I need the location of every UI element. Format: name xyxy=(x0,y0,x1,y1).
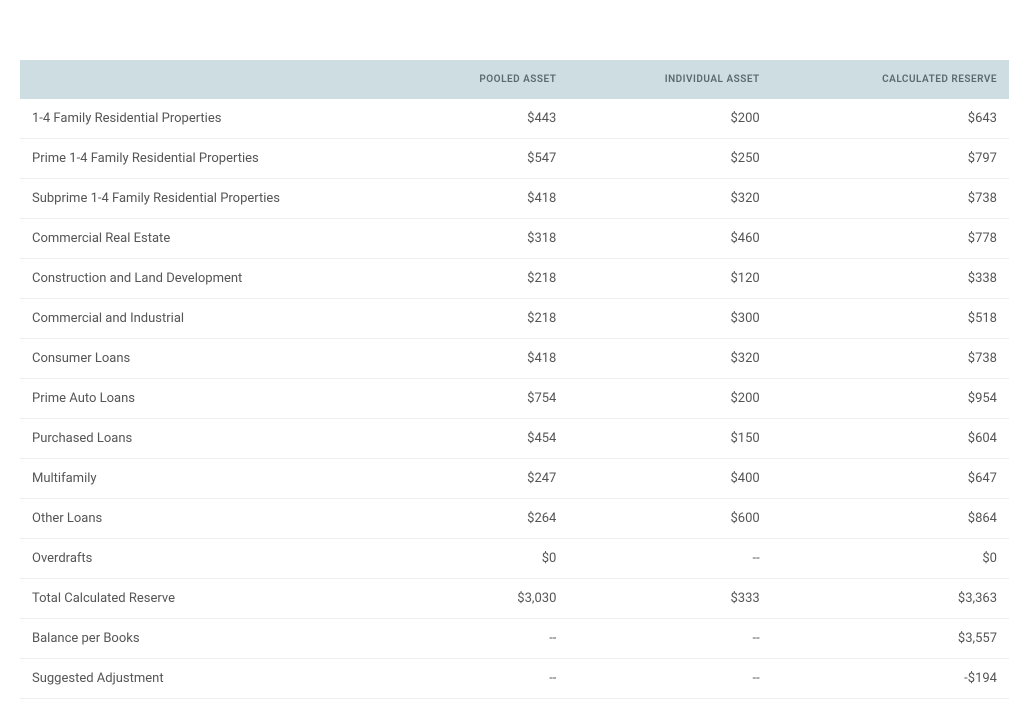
table-row: Consumer Loans$418$320$738 xyxy=(20,339,1009,379)
row-pooled: -- xyxy=(396,659,569,699)
row-individual: $200 xyxy=(568,99,771,139)
row-individual: -- xyxy=(568,539,771,579)
row-calculated: $643 xyxy=(772,99,1009,139)
table-row: Balance per Books----$3,557 xyxy=(20,619,1009,659)
row-individual: $460 xyxy=(568,219,771,259)
row-calculated: $738 xyxy=(772,179,1009,219)
row-pooled: $218 xyxy=(396,259,569,299)
row-pooled: $0 xyxy=(396,539,569,579)
row-label: Purchased Loans xyxy=(20,419,396,459)
row-label: Subprime 1-4 Family Residential Properti… xyxy=(20,179,396,219)
row-calculated: $0 xyxy=(772,539,1009,579)
row-individual: $150 xyxy=(568,419,771,459)
row-calculated: $778 xyxy=(772,219,1009,259)
row-calculated: $604 xyxy=(772,419,1009,459)
row-label: Other Loans xyxy=(20,499,396,539)
table-header: POOLED ASSET INDIVIDUAL ASSET CALCULATED… xyxy=(20,60,1009,99)
row-label: Suggested Adjustment xyxy=(20,659,396,699)
table-row: Purchased Loans$454$150$604 xyxy=(20,419,1009,459)
row-individual: -- xyxy=(568,619,771,659)
row-label: Commercial Real Estate xyxy=(20,219,396,259)
row-label: Construction and Land Development xyxy=(20,259,396,299)
row-individual: $300 xyxy=(568,299,771,339)
row-pooled: $454 xyxy=(396,419,569,459)
row-label: Balance per Books xyxy=(20,619,396,659)
row-calculated: $3,363 xyxy=(772,579,1009,619)
row-individual: -- xyxy=(568,659,771,699)
table-row: Multifamily$247$400$647 xyxy=(20,459,1009,499)
row-pooled: $547 xyxy=(396,139,569,179)
row-calculated: $3,557 xyxy=(772,619,1009,659)
table-row: Subprime 1-4 Family Residential Properti… xyxy=(20,179,1009,219)
row-calculated: $647 xyxy=(772,459,1009,499)
row-individual: $320 xyxy=(568,339,771,379)
row-individual: $320 xyxy=(568,179,771,219)
row-individual: $400 xyxy=(568,459,771,499)
table-row: Total Calculated Reserve$3,030$333$3,363 xyxy=(20,579,1009,619)
row-pooled: $218 xyxy=(396,299,569,339)
table-row: Prime Auto Loans$754$200$954 xyxy=(20,379,1009,419)
row-label: Commercial and Industrial xyxy=(20,299,396,339)
row-pooled: $247 xyxy=(396,459,569,499)
row-individual: $333 xyxy=(568,579,771,619)
table-row: Commercial and Industrial$218$300$518 xyxy=(20,299,1009,339)
row-label: Prime Auto Loans xyxy=(20,379,396,419)
row-individual: $120 xyxy=(568,259,771,299)
row-calculated: $864 xyxy=(772,499,1009,539)
row-individual: $200 xyxy=(568,379,771,419)
col-header-individual: INDIVIDUAL ASSET xyxy=(568,60,771,99)
table-row: Commercial Real Estate$318$460$778 xyxy=(20,219,1009,259)
row-pooled: $264 xyxy=(396,499,569,539)
reserve-table: POOLED ASSET INDIVIDUAL ASSET CALCULATED… xyxy=(20,60,1009,699)
row-pooled: -- xyxy=(396,619,569,659)
row-calculated: $338 xyxy=(772,259,1009,299)
row-label: Consumer Loans xyxy=(20,339,396,379)
row-label: Overdrafts xyxy=(20,539,396,579)
row-pooled: $443 xyxy=(396,99,569,139)
col-header-calculated: CALCULATED RESERVE xyxy=(772,60,1009,99)
row-pooled: $318 xyxy=(396,219,569,259)
table-row: 1-4 Family Residential Properties$443$20… xyxy=(20,99,1009,139)
row-calculated: $738 xyxy=(772,339,1009,379)
row-individual: $600 xyxy=(568,499,771,539)
col-header-blank xyxy=(20,60,396,99)
row-pooled: $418 xyxy=(396,339,569,379)
row-calculated: $954 xyxy=(772,379,1009,419)
row-label: Prime 1-4 Family Residential Properties xyxy=(20,139,396,179)
row-label: Multifamily xyxy=(20,459,396,499)
table-row: Construction and Land Development$218$12… xyxy=(20,259,1009,299)
row-pooled: $3,030 xyxy=(396,579,569,619)
col-header-pooled: POOLED ASSET xyxy=(396,60,569,99)
row-pooled: $754 xyxy=(396,379,569,419)
row-label: Total Calculated Reserve xyxy=(20,579,396,619)
row-individual: $250 xyxy=(568,139,771,179)
row-label: 1-4 Family Residential Properties xyxy=(20,99,396,139)
table-row: Other Loans$264$600$864 xyxy=(20,499,1009,539)
row-calculated: $518 xyxy=(772,299,1009,339)
table-row: Overdrafts$0--$0 xyxy=(20,539,1009,579)
row-calculated: -$194 xyxy=(772,659,1009,699)
row-pooled: $418 xyxy=(396,179,569,219)
table-row: Suggested Adjustment-----$194 xyxy=(20,659,1009,699)
table-body: 1-4 Family Residential Properties$443$20… xyxy=(20,99,1009,699)
row-calculated: $797 xyxy=(772,139,1009,179)
table-row: Prime 1-4 Family Residential Properties$… xyxy=(20,139,1009,179)
